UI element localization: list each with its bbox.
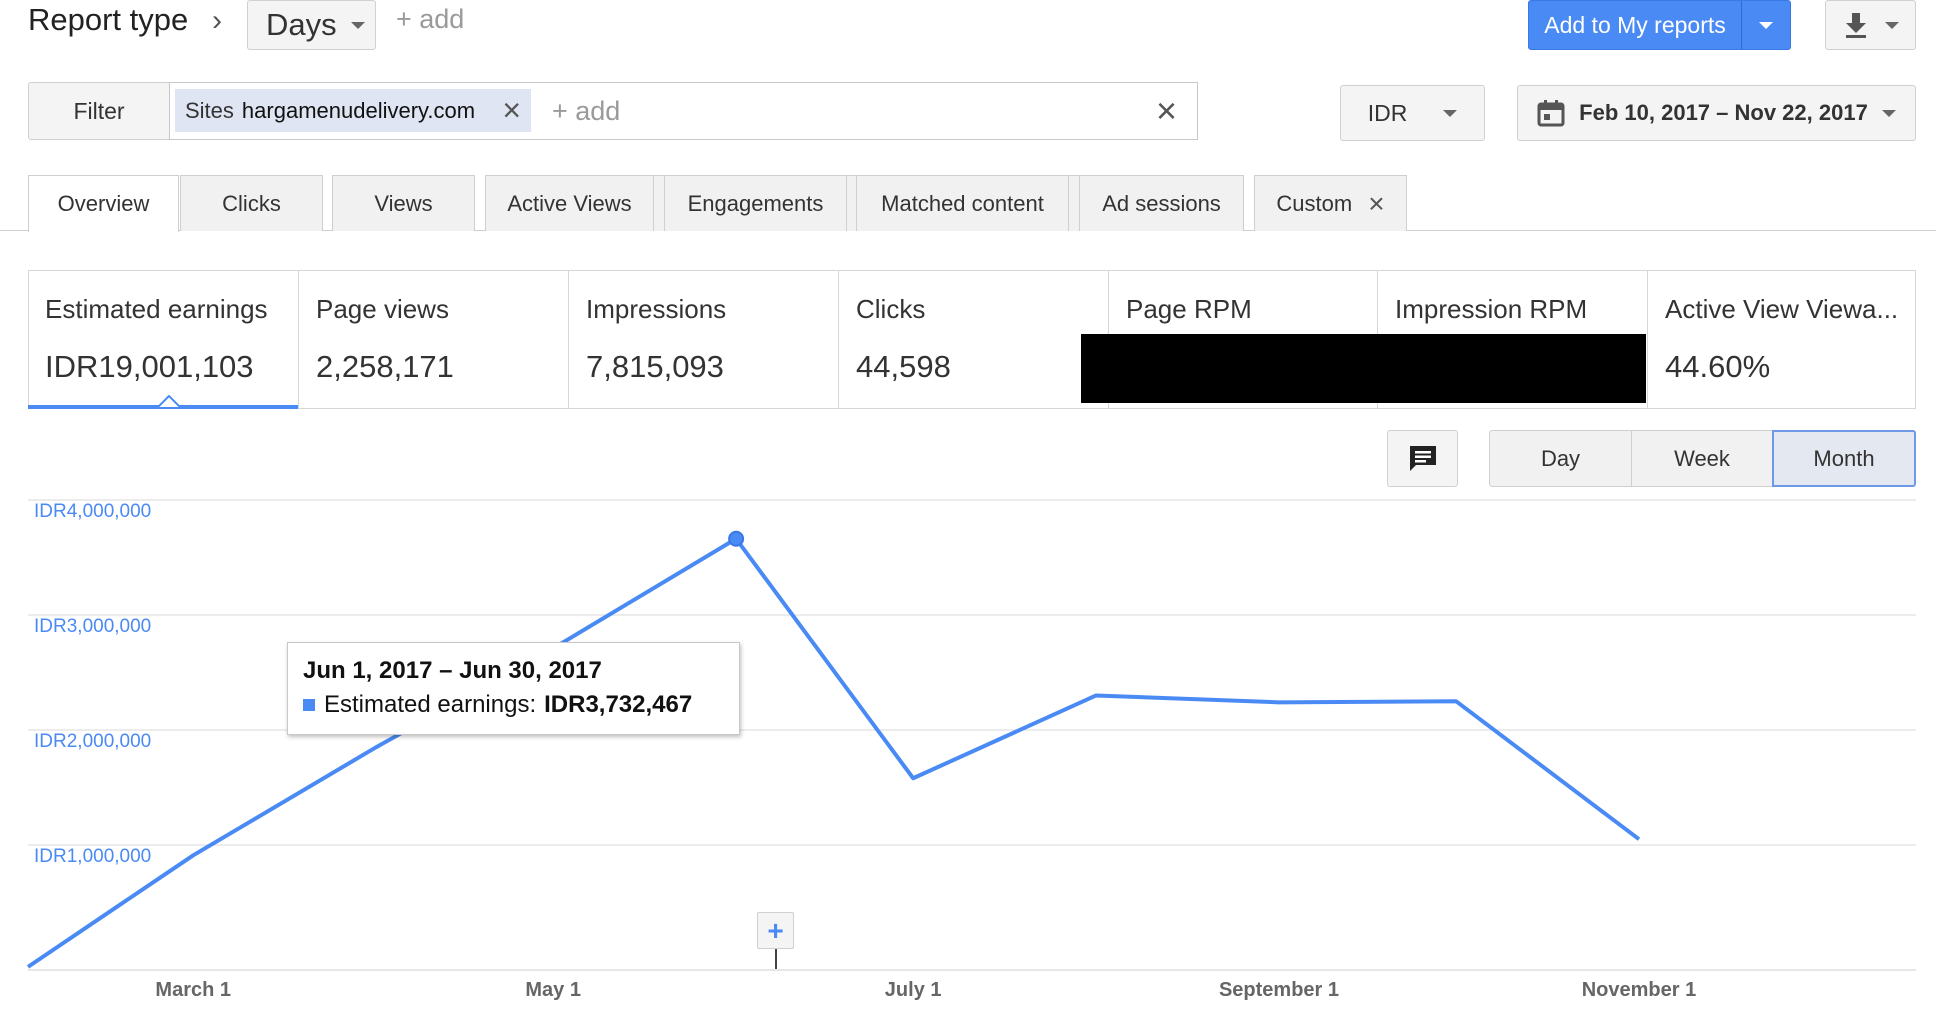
tab-label: Active Views [507, 190, 632, 216]
y-tick-label: IDR4,000,000 [34, 501, 151, 522]
currency-dropdown[interactable]: IDR [1340, 85, 1485, 141]
tab-overview[interactable]: Overview [28, 175, 179, 232]
metric-clicks[interactable]: Clicks 44,598 [838, 270, 1108, 409]
close-icon[interactable]: × [1368, 188, 1384, 220]
tooltip-value: IDR3,732,467 [544, 691, 693, 718]
granularity-month-button[interactable]: Month [1772, 430, 1916, 487]
metric-value: 2,258,171 [316, 349, 454, 384]
report-type-label: Report type [28, 2, 189, 37]
tab-label: Engagements [687, 190, 824, 216]
y-tick-label: IDR3,000,000 [34, 616, 151, 637]
site-filter-chip[interactable]: Sites hargamenudelivery.com × [175, 89, 531, 132]
dimension-value: Days [266, 7, 337, 42]
tab-label: Matched content [881, 190, 1044, 216]
tab-label: Views [374, 190, 433, 216]
metric-label: Impression RPM [1395, 294, 1588, 324]
tab-clicks[interactable]: Clicks [180, 175, 323, 231]
metric-value: IDR19,001,103 [45, 349, 254, 384]
chevron-down-icon [1884, 21, 1899, 29]
x-tick-label: May 1 [525, 979, 581, 1001]
add-to-reports-button[interactable]: Add to My reports [1528, 0, 1791, 50]
x-tick-label: November 1 [1582, 979, 1697, 1001]
add-annotation-button[interactable]: + [757, 912, 794, 949]
chip-key: Sites [185, 97, 234, 123]
metric-label: Active View Viewa... [1665, 294, 1899, 324]
earnings-line-chart: IDR1,000,000 IDR2,000,000 IDR3,000,000 IDR4… [26, 499, 1916, 1001]
dimension-dropdown[interactable]: Days [247, 0, 376, 50]
metric-value: 44.60% [1665, 349, 1771, 384]
tab-views[interactable]: Views [332, 175, 475, 231]
currency-value: IDR [1367, 99, 1408, 126]
metric-label: Impressions [586, 294, 727, 324]
selected-metric-pointer [158, 395, 180, 407]
chip-value: hargamenudelivery.com [241, 97, 476, 123]
tab-active-views[interactable]: Active Views [485, 175, 654, 231]
metric-label: Page views [316, 294, 449, 324]
chevron-down-icon [1881, 109, 1896, 117]
tooltip-row: Estimated earnings: IDR3,732,467 [303, 691, 739, 719]
plus-icon: + [767, 914, 784, 946]
granularity-day-button[interactable]: Day [1489, 430, 1632, 487]
metric-value: 44,598 [856, 349, 951, 384]
granularity-week-button[interactable]: Week [1631, 430, 1773, 487]
download-icon [1845, 13, 1866, 38]
comment-icon [1409, 445, 1436, 471]
tab-matched-content[interactable]: Matched content [856, 175, 1069, 231]
metric-page-views[interactable]: Page views 2,258,171 [298, 270, 568, 409]
chevron-down-icon [1443, 109, 1458, 117]
chevron-down-icon [350, 21, 365, 29]
clear-filter-icon[interactable]: × [1156, 90, 1177, 132]
add-filter-link[interactable]: + add [552, 96, 620, 127]
date-range-dropdown[interactable]: Feb 10, 2017 – Nov 22, 2017 [1517, 85, 1916, 141]
annotation-button[interactable] [1387, 430, 1458, 487]
y-tick-label: IDR1,000,000 [34, 846, 151, 867]
metric-active-view-viewability[interactable]: Active View Viewa... 44.60% [1647, 270, 1916, 409]
chevron-right-icon: › [212, 4, 222, 37]
calendar-icon [1537, 100, 1565, 127]
tab-label: Clicks [222, 190, 281, 216]
add-to-reports-dropdown[interactable] [1741, 1, 1790, 49]
date-range-value: Feb 10, 2017 – Nov 22, 2017 [1579, 100, 1868, 125]
metric-label: Clicks [856, 294, 926, 324]
metric-label: Estimated earnings [45, 294, 268, 324]
chart-tooltip: Jun 1, 2017 – Jun 30, 2017 Estimated ear… [287, 642, 740, 735]
annotation-marker [775, 949, 777, 969]
tab-engagements[interactable]: Engagements [664, 175, 847, 231]
x-tick-label: March 1 [155, 979, 231, 1001]
tooltip-title: Jun 1, 2017 – Jun 30, 2017 [303, 657, 602, 684]
tab-label: Custom [1276, 190, 1353, 216]
download-button[interactable] [1825, 0, 1916, 50]
tab-ad-sessions[interactable]: Ad sessions [1079, 175, 1244, 231]
highlighted-data-point [728, 530, 745, 547]
series-swatch [303, 699, 315, 711]
metric-estimated-earnings[interactable]: Estimated earnings IDR19,001,103 [28, 270, 298, 409]
tab-custom[interactable]: Custom × [1254, 175, 1407, 231]
tab-label: Overview [57, 191, 150, 216]
tooltip-series-label: Estimated earnings: [324, 691, 537, 718]
granularity-label: Week [1674, 445, 1730, 471]
x-tick-label: September 1 [1219, 979, 1339, 1001]
redaction-block [1081, 334, 1646, 403]
filter-button[interactable]: Filter [28, 82, 170, 140]
chevron-down-icon [1759, 21, 1773, 29]
add-to-reports-label: Add to My reports [1544, 11, 1726, 38]
y-tick-label: IDR2,000,000 [34, 731, 151, 752]
tab-label: Ad sessions [1102, 190, 1221, 216]
granularity-label: Month [1813, 445, 1875, 471]
metric-impressions[interactable]: Impressions 7,815,093 [568, 270, 838, 409]
granularity-label: Day [1540, 445, 1581, 471]
metric-value: 7,815,093 [586, 349, 724, 384]
x-tick-label: July 1 [885, 979, 942, 1001]
close-icon[interactable]: × [502, 92, 521, 129]
series-line-estimated-earnings [26, 536, 1641, 969]
metric-label: Page RPM [1126, 294, 1252, 324]
add-dimension-link[interactable]: + add [396, 4, 464, 35]
